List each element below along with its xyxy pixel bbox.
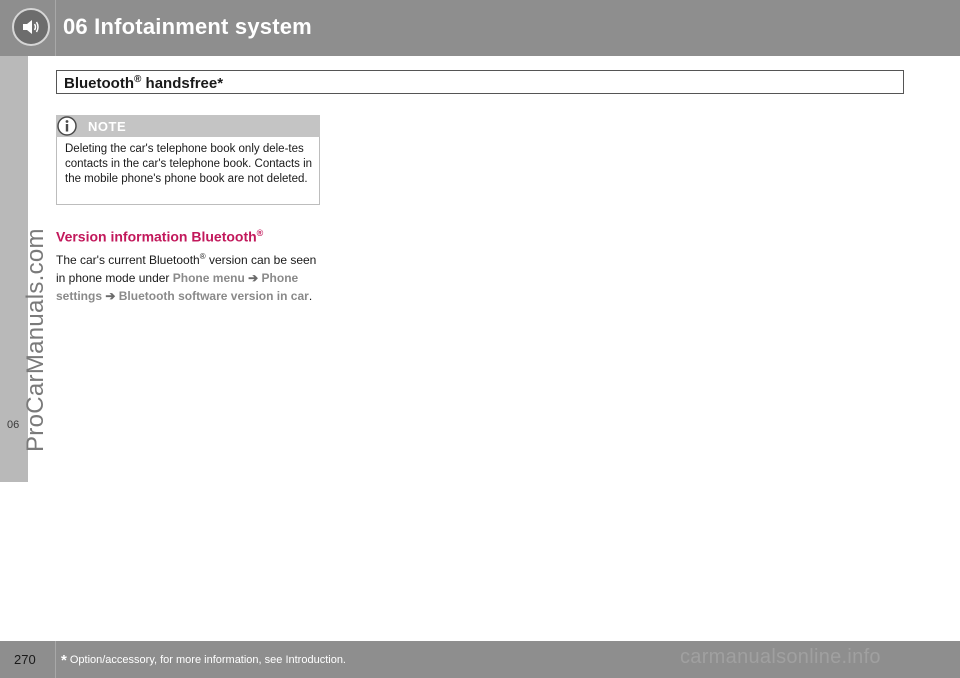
footnote: * Option/accessory, for more information,… (61, 652, 346, 669)
chapter-title: 06 Infotainment system (63, 14, 312, 39)
watermark-carmanualsonline: carmanualsonline.info (680, 646, 881, 668)
section-title-part2: handsfree* (141, 75, 224, 92)
side-tab-label: 06 (7, 419, 20, 431)
section-title: Bluetooth® handsfree* (64, 74, 223, 92)
menu-path-bluetooth-software-version: Bluetooth software version in car (118, 289, 309, 303)
subsection-title-reg: ® (256, 228, 264, 238)
page-number: 270 (14, 652, 36, 667)
menu-path-phone-menu: Phone menu (172, 271, 245, 285)
footer-divider (55, 641, 56, 678)
body-text-end: . (308, 289, 313, 303)
subsection-title: Version information Bluetooth® (56, 228, 263, 245)
header-divider (55, 0, 56, 56)
arrow-right-icon: ➔ (248, 271, 259, 285)
watermark-procarmanuals: ProCarManuals.com (22, 228, 49, 452)
info-icon (57, 116, 77, 136)
section-title-part1: Bluetooth (64, 75, 134, 92)
note-label: NOTE (88, 119, 127, 134)
speaker-icon (12, 8, 50, 46)
arrow-right-icon: ➔ (105, 289, 116, 303)
footnote-text: Option/accessory, for more information, … (69, 654, 346, 666)
footnote-star: * (61, 652, 67, 669)
note-text: Deleting the car's telephone book only d… (65, 143, 313, 185)
subsection-title-text: Version information Bluetooth (56, 228, 257, 245)
body-text-1: The car's current Bluetooth (56, 253, 200, 267)
body-paragraph: The car's current Bluetooth® version can… (56, 248, 318, 305)
